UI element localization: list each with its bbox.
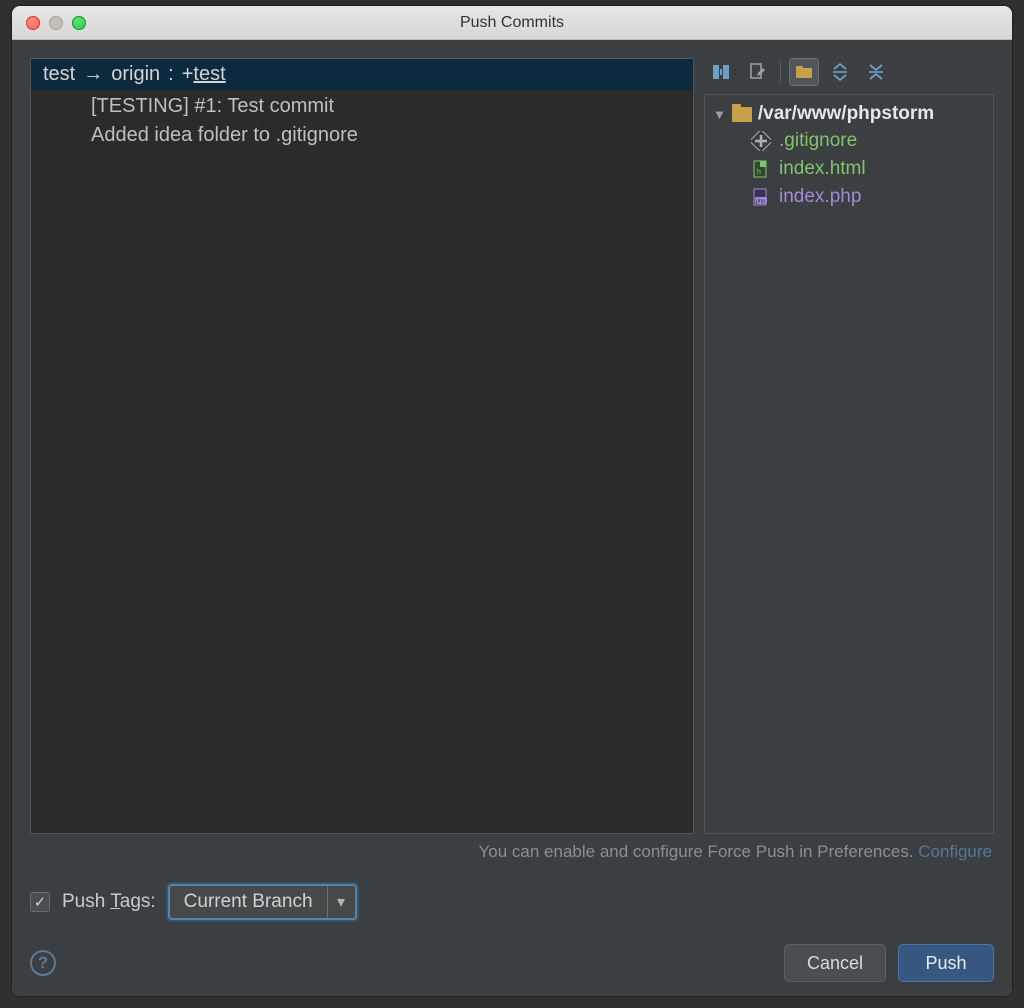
file-row[interactable]: .gitignore (751, 127, 989, 155)
disclosure-triangle-icon[interactable]: ▼ (713, 107, 726, 122)
push-commits-dialog: Push Commits test → origin : +test [TEST (12, 6, 1012, 996)
titlebar: Push Commits (12, 6, 1012, 40)
svg-text:php: php (756, 199, 765, 205)
remote-name: origin (111, 63, 160, 86)
commits-panel[interactable]: test → origin : +test [TESTING] #1: Test… (30, 58, 694, 834)
file-name: index.html (779, 158, 866, 180)
commit-list: [TESTING] #1: Test commit Added idea fol… (31, 90, 693, 156)
separator: : (168, 63, 174, 86)
files-toolbar (704, 58, 994, 90)
file-name: .gitignore (779, 130, 857, 152)
file-icon (751, 131, 771, 151)
chevron-down-icon: ▾ (327, 886, 355, 918)
php-file-icon: php (751, 187, 771, 207)
collapse-all-icon[interactable] (861, 58, 891, 86)
push-tags-dropdown[interactable]: Current Branch ▾ (168, 884, 357, 920)
file-name: index.php (779, 186, 861, 208)
configure-link[interactable]: Configure (918, 842, 992, 861)
splitter-handle[interactable] (693, 426, 694, 466)
window-title: Push Commits (12, 14, 1012, 32)
toolbar-separator (780, 61, 781, 83)
dropdown-value: Current Branch (170, 891, 327, 913)
svg-text:h: h (757, 169, 761, 176)
target-branch: +test (182, 63, 226, 86)
edit-source-icon[interactable] (742, 58, 772, 86)
push-button[interactable]: Push (898, 944, 994, 982)
tree-root[interactable]: ▼ /var/www/phpstorm (709, 101, 989, 127)
group-by-directory-icon[interactable] (789, 58, 819, 86)
folder-icon (732, 107, 752, 122)
push-tags-row: ✓ Push Tags: Current Branch ▾ (30, 884, 994, 920)
commit-item[interactable]: Added idea folder to .gitignore (91, 121, 693, 150)
window-controls (12, 16, 86, 30)
root-path: /var/www/phpstorm (758, 103, 934, 125)
html-file-icon: h (751, 159, 771, 179)
close-window-button[interactable] (26, 16, 40, 30)
push-target-row[interactable]: test → origin : +test (31, 59, 693, 90)
push-tags-checkbox[interactable]: ✓ (30, 892, 50, 912)
arrow-icon: → (83, 63, 103, 86)
expand-all-icon[interactable] (825, 58, 855, 86)
minimize-window-button[interactable] (49, 16, 63, 30)
push-tags-label: Push Tags: (62, 891, 156, 913)
help-button[interactable]: ? (30, 950, 56, 976)
source-branch: test (43, 63, 75, 86)
cancel-button[interactable]: Cancel (784, 944, 886, 982)
file-row[interactable]: h index.html (751, 155, 989, 183)
file-row[interactable]: php index.php (751, 183, 989, 211)
show-diff-icon[interactable] (706, 58, 736, 86)
zoom-window-button[interactable] (72, 16, 86, 30)
changed-files-panel[interactable]: ▼ /var/www/phpstorm .gitignore h in (704, 94, 994, 834)
force-push-hint: You can enable and configure Force Push … (30, 842, 992, 862)
commit-item[interactable]: [TESTING] #1: Test commit (91, 92, 693, 121)
